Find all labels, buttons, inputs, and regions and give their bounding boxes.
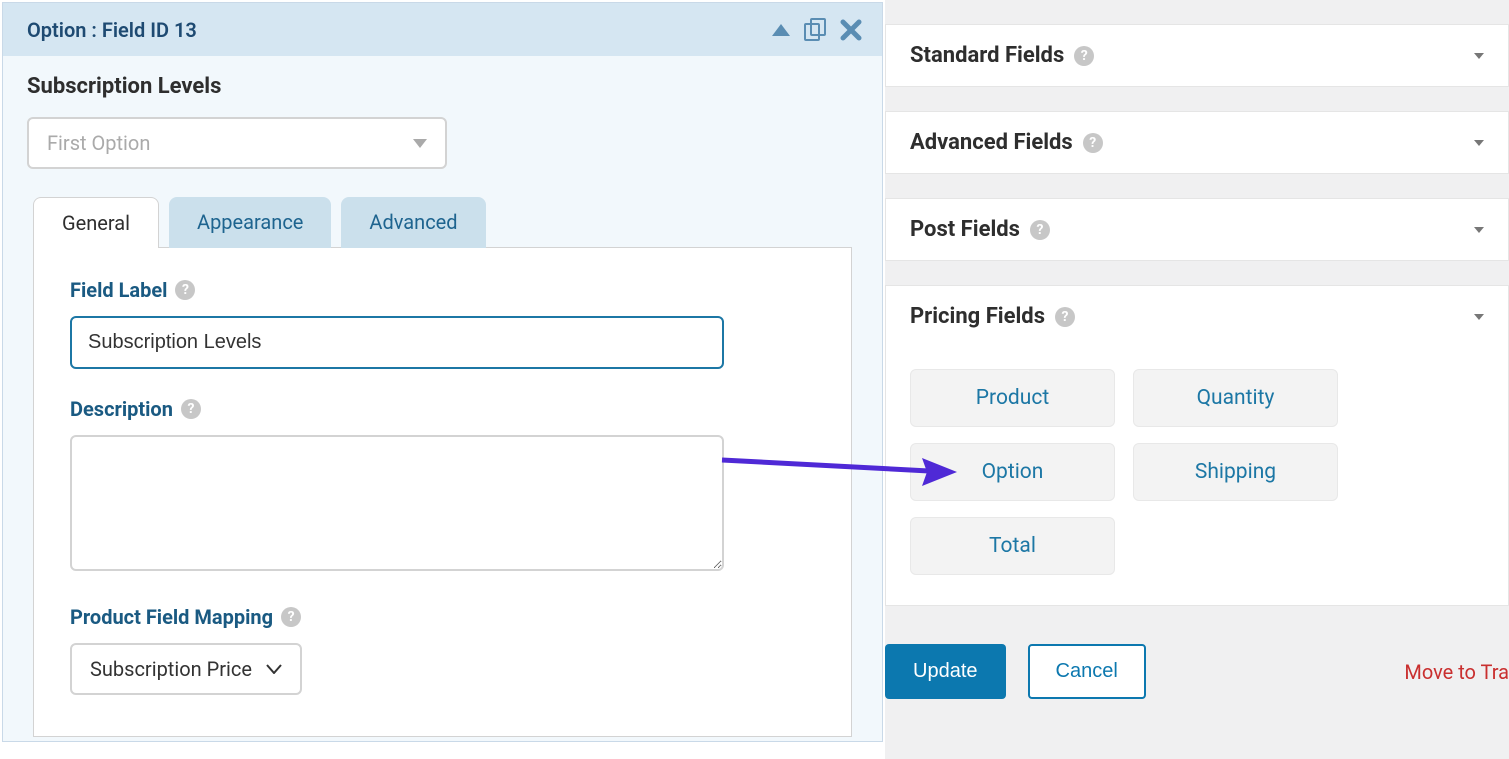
mapping-label: Product Field Mapping ? [70, 605, 815, 629]
chevron-down-icon [1474, 314, 1484, 320]
chevron-down-icon [413, 139, 427, 148]
chevron-down-icon [266, 664, 282, 674]
tab-content-general: Field Label ? Description ? Product Fiel… [33, 247, 852, 737]
field-button-shipping[interactable]: Shipping [1133, 443, 1338, 501]
accordion-advanced-fields[interactable]: Advanced Fields ? [885, 111, 1509, 174]
chevron-down-icon [1474, 227, 1484, 233]
help-icon[interactable]: ? [181, 399, 201, 419]
field-editor-header: Option : Field ID 13 [3, 3, 882, 56]
sidebar-panel: Standard Fields ? Advanced Fields ? Post… [885, 0, 1509, 759]
description-input[interactable] [70, 435, 724, 571]
choices-dropdown[interactable]: First Option [27, 117, 447, 169]
section-title: Subscription Levels [27, 74, 858, 99]
update-button[interactable]: Update [885, 644, 1006, 699]
duplicate-icon[interactable] [802, 17, 828, 43]
help-icon[interactable]: ? [175, 280, 195, 300]
chevron-down-icon [1474, 53, 1484, 59]
accordion-standard-fields[interactable]: Standard Fields ? [885, 24, 1509, 87]
tab-general[interactable]: General [33, 197, 159, 248]
field-button-total[interactable]: Total [910, 517, 1115, 575]
bottom-actions: Update Cancel Move to Tra [885, 644, 1509, 699]
close-icon[interactable] [840, 19, 862, 41]
move-to-trash-link[interactable]: Move to Tra [1404, 660, 1509, 684]
field-label-label: Field Label ? [70, 278, 815, 302]
description-label: Description ? [70, 397, 815, 421]
field-button-quantity[interactable]: Quantity [1133, 369, 1338, 427]
help-icon[interactable]: ? [1074, 46, 1094, 66]
field-button-option[interactable]: Option [910, 443, 1115, 501]
product-mapping-select[interactable]: Subscription Price [70, 643, 302, 695]
accordion-pricing-fields[interactable]: Pricing Fields ? [885, 285, 1509, 347]
help-icon[interactable]: ? [1030, 220, 1050, 240]
cancel-button[interactable]: Cancel [1028, 644, 1146, 699]
help-icon[interactable]: ? [1083, 133, 1103, 153]
accordion-pricing-body: Product Quantity Option Shipping Total [885, 347, 1509, 606]
help-icon[interactable]: ? [1055, 307, 1075, 327]
field-label-input[interactable] [70, 316, 724, 369]
help-icon[interactable]: ? [281, 607, 301, 627]
tab-advanced[interactable]: Advanced [341, 197, 485, 248]
accordion-post-fields[interactable]: Post Fields ? [885, 198, 1509, 261]
field-header-title: Option : Field ID 13 [27, 18, 197, 42]
tab-appearance[interactable]: Appearance [169, 197, 331, 248]
field-editor-panel: Option : Field ID 13 [0, 0, 885, 759]
field-button-product[interactable]: Product [910, 369, 1115, 427]
settings-tabs: General Appearance Advanced [33, 197, 858, 248]
dropdown-placeholder: First Option [47, 131, 150, 155]
chevron-down-icon [1474, 140, 1484, 146]
collapse-icon[interactable] [772, 24, 790, 36]
